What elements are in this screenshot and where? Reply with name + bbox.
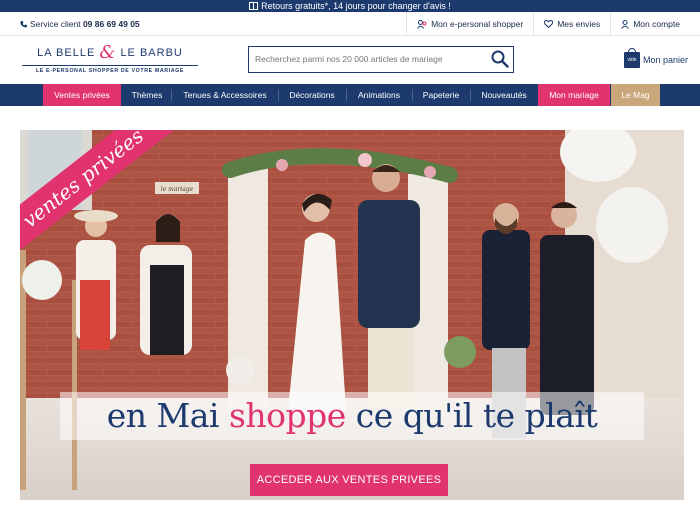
logo-right: LE BARBU xyxy=(120,47,183,59)
cart-button[interactable]: vide Mon panier xyxy=(624,48,689,68)
nav-ventes-privees[interactable]: Ventes privées xyxy=(43,84,121,106)
promo-bar: Retours gratuits*, 14 jours pour changer… xyxy=(0,0,700,12)
heart-icon xyxy=(544,20,554,28)
nav-divider xyxy=(171,89,172,101)
nav-le-mag[interactable]: Le Mag xyxy=(611,84,660,106)
account-links: Mon e-personal shopper Mes envies Mon co… xyxy=(406,12,690,36)
headline-part2: ce qu'il te plaît xyxy=(345,396,598,435)
hero-banner[interactable]: le mariage ventes privées en Mai shoppe … xyxy=(20,130,684,500)
nav-decorations[interactable]: Décorations xyxy=(282,84,342,106)
site-logo[interactable]: LA BELLE & LE BARBU LE E-PERSONAL SHOPPE… xyxy=(22,42,198,78)
logo-ampersand: & xyxy=(99,42,117,63)
nav-tenues-accessoires[interactable]: Tenues & Accessoires xyxy=(175,84,275,106)
access-private-sales-button[interactable]: ACCEDER AUX VENTES PRIVEES xyxy=(250,464,448,496)
search-box xyxy=(248,46,514,73)
nav-divider xyxy=(412,89,413,101)
hero-headline: en Mai shoppe ce qu'il te plaît xyxy=(60,392,644,440)
nav-nouveautes[interactable]: Nouveautés xyxy=(474,84,534,106)
phone-icon xyxy=(20,20,27,28)
account-label: Mon compte xyxy=(633,19,680,29)
nav-divider xyxy=(346,89,347,101)
site-header: LA BELLE & LE BARBU LE E-PERSONAL SHOPPE… xyxy=(0,36,700,84)
cart-bag-icon: vide xyxy=(624,48,640,68)
cart-badge: vide xyxy=(627,57,637,63)
headline-part1: en Mai xyxy=(106,396,229,435)
service-label: Service client xyxy=(30,19,81,29)
user-icon xyxy=(621,19,630,29)
search-icon[interactable] xyxy=(491,50,509,68)
sign-text: le mariage xyxy=(161,186,194,193)
nav-mon-mariage[interactable]: Mon mariage xyxy=(538,84,610,106)
utility-bar: Service client 09 86 69 49 05 Mon e-pers… xyxy=(0,12,700,36)
service-phone: 09 86 69 49 05 xyxy=(82,19,140,29)
promo-text: Retours gratuits*, 14 jours pour changer… xyxy=(261,1,451,11)
customer-service[interactable]: Service client 09 86 69 49 05 xyxy=(20,12,140,36)
wishlist-label: Mes envies xyxy=(557,19,601,29)
main-nav: Ventes privées Thèmes Tenues & Accessoir… xyxy=(0,84,700,106)
personal-shopper-link[interactable]: Mon e-personal shopper xyxy=(406,12,533,36)
logo-tagline: LE E-PERSONAL SHOPPER DE VOTRE MARIAGE xyxy=(22,65,198,74)
nav-papeterie[interactable]: Papeterie xyxy=(416,84,466,106)
headline-highlight: shoppe xyxy=(228,396,346,435)
account-link[interactable]: Mon compte xyxy=(610,12,690,36)
cart-label: Mon panier xyxy=(643,55,689,65)
nav-divider xyxy=(278,89,279,101)
nav-themes[interactable]: Thèmes xyxy=(124,84,170,106)
nav-divider xyxy=(470,89,471,101)
wedding-photo: le mariage xyxy=(20,130,684,500)
search-input[interactable] xyxy=(249,47,485,71)
wishlist-link[interactable]: Mes envies xyxy=(533,12,610,36)
nav-animations[interactable]: Animations xyxy=(350,84,408,106)
logo-left: LA BELLE xyxy=(37,47,96,59)
personal-shopper-label: Mon e-personal shopper xyxy=(431,19,524,29)
gift-icon xyxy=(249,2,259,10)
users-icon xyxy=(417,19,427,29)
